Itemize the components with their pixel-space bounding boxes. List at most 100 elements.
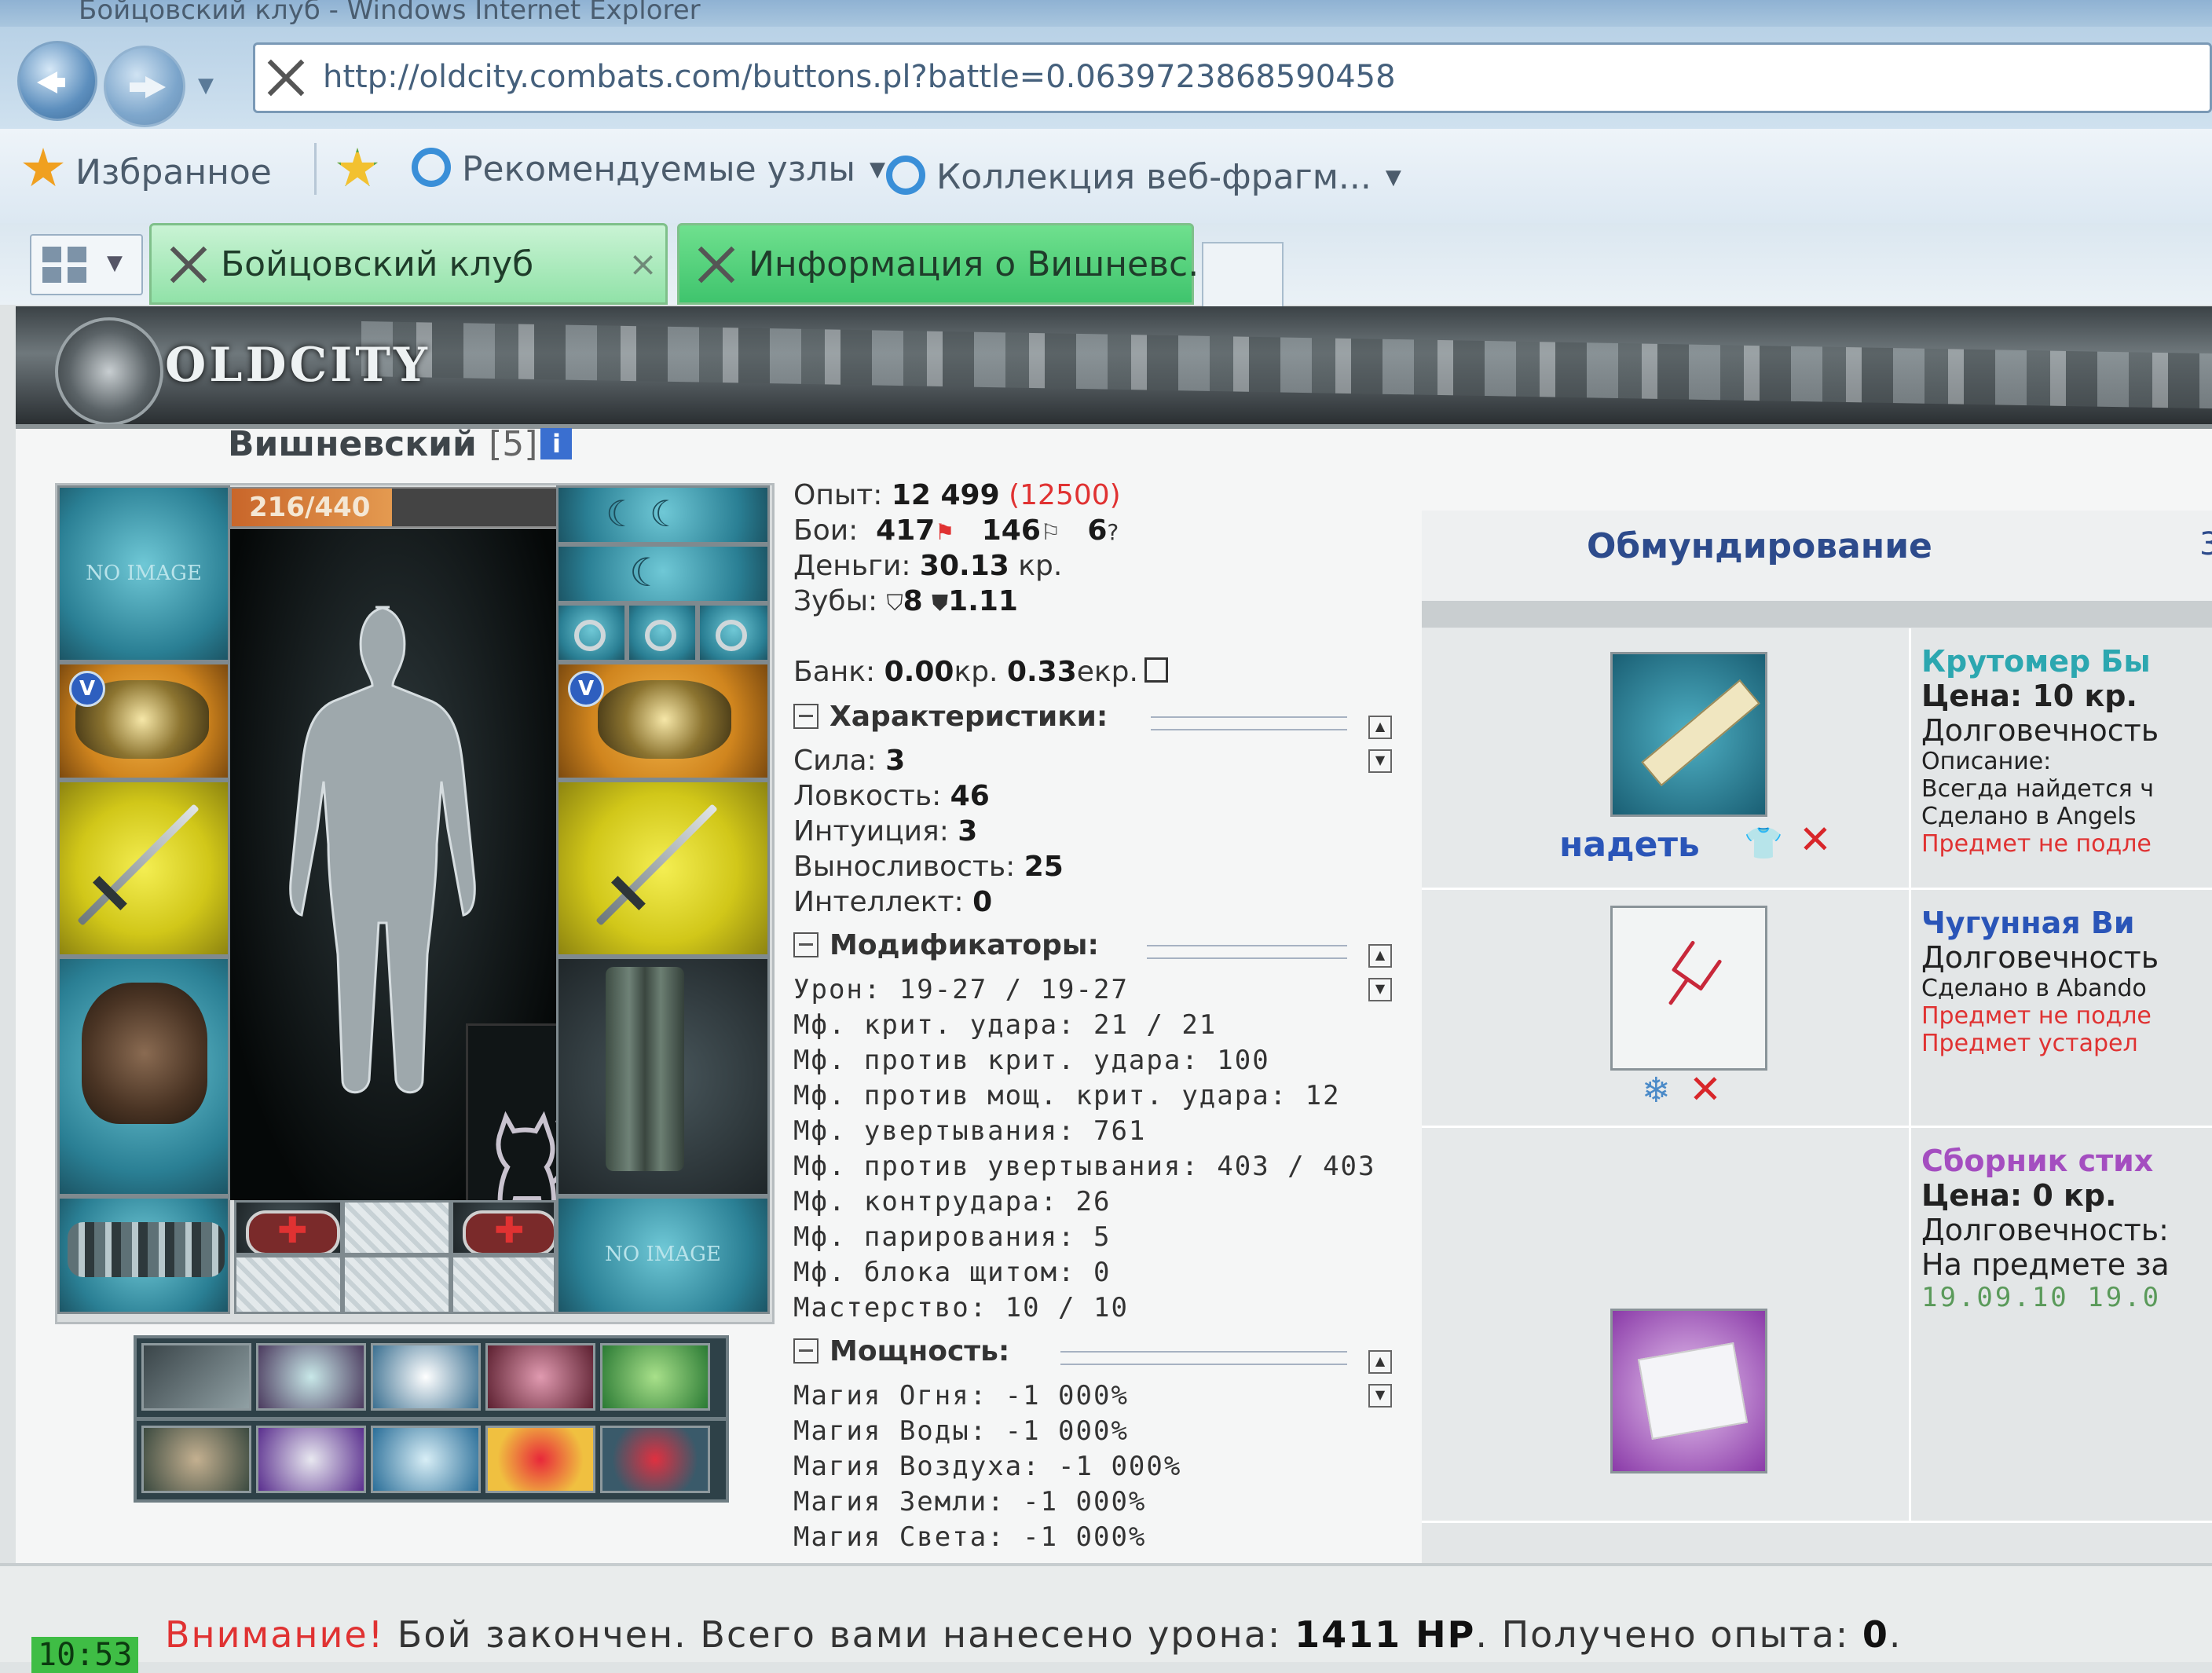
- characteristics-header[interactable]: Характеристики: ▲▼: [793, 701, 1414, 773]
- effect-icon[interactable]: [256, 1343, 366, 1411]
- potion-slot-1[interactable]: [234, 1200, 342, 1255]
- item-image-cell: [1422, 1128, 1911, 1521]
- shield-icon[interactable]: [600, 1343, 710, 1411]
- arrow-up-icon[interactable]: ▲: [1368, 1350, 1392, 1374]
- close-tab-icon[interactable]: ×: [628, 225, 657, 304]
- weapon-right-slot[interactable]: [556, 780, 770, 957]
- effect-icon[interactable]: [256, 1426, 366, 1493]
- modifier-line: Мф. увертывания: 761: [793, 1115, 1147, 1147]
- favorites-bar: Избранное Рекомендуемые узлы ▼ Коллекция …: [0, 129, 2212, 225]
- delete-icon[interactable]: ✕: [1689, 1067, 1722, 1112]
- pants-slot[interactable]: [556, 957, 770, 1196]
- sort-arrows[interactable]: ▲▼: [1367, 1340, 1414, 1408]
- outfit-title[interactable]: Обмундирование: [1587, 526, 1932, 566]
- forward-button[interactable]: [104, 46, 185, 127]
- suggested-sites-button[interactable]: Рекомендуемые узлы ▼: [412, 148, 885, 189]
- item-image[interactable]: ⑂: [1610, 906, 1767, 1071]
- character-nickname: Вишневский: [228, 424, 477, 464]
- new-tab-button[interactable]: [1202, 242, 1284, 306]
- arrow-up-icon[interactable]: ▲: [1368, 944, 1392, 968]
- item-name[interactable]: Чугунная Ви: [1921, 906, 2212, 940]
- effect-icon[interactable]: [485, 1343, 595, 1411]
- effect-icon[interactable]: [141, 1426, 251, 1493]
- effect-icon[interactable]: [600, 1426, 710, 1493]
- book-icon: [1637, 1342, 1749, 1440]
- ring-slot-2[interactable]: [627, 603, 698, 662]
- helmet-slot-empty[interactable]: NO IMAGE: [57, 485, 230, 662]
- modifiers-header[interactable]: Модификаторы: ▲▼: [793, 929, 1414, 1001]
- arrow-up-icon[interactable]: ▲: [1368, 716, 1392, 739]
- collapse-icon[interactable]: [793, 1338, 819, 1364]
- ring-icon: [716, 620, 747, 651]
- tooth-icon: ⛉: [886, 590, 903, 616]
- item-price: Цена: 10 кр.: [1921, 679, 2137, 713]
- effect-icon[interactable]: [371, 1426, 481, 1493]
- tab-fight-club[interactable]: Бойцовский клуб ×: [149, 223, 668, 305]
- site-logo: OLDCITY: [165, 338, 430, 393]
- item-details: Крутомер Бы Цена: 10 кр. Долговечность О…: [1921, 628, 2212, 888]
- item-name[interactable]: Крутомер Бы: [1921, 644, 2212, 679]
- effect-icon[interactable]: [371, 1343, 481, 1411]
- toolbar-separator: [314, 143, 317, 195]
- boots-slot-empty[interactable]: NO IMAGE: [556, 1196, 770, 1314]
- belt-slot[interactable]: [57, 1196, 230, 1314]
- pants-icon: [606, 967, 684, 1171]
- effect-icon[interactable]: [141, 1343, 251, 1411]
- scroll-slot-1[interactable]: [234, 1255, 342, 1314]
- item-details: Сборник стих Цена: 0 кр. Долговечность: …: [1921, 1128, 2212, 1521]
- bracers-slot[interactable]: V: [57, 662, 230, 780]
- sort-arrows[interactable]: ▲▼: [1367, 934, 1414, 1001]
- message-time: 10:53: [31, 1637, 139, 1673]
- stat-value: 46: [950, 780, 990, 812]
- address-bar[interactable]: http://oldcity.combats.com/buttons.pl?ba…: [253, 42, 2212, 113]
- earrings-slot[interactable]: ☾ ☾: [556, 485, 770, 544]
- web-slice-gallery-button[interactable]: Коллекция веб-фрагм... ▼: [886, 156, 1401, 197]
- equip-link[interactable]: надеть: [1559, 825, 1700, 865]
- back-button[interactable]: [17, 41, 97, 121]
- scroll-slot-2[interactable]: [342, 1255, 451, 1314]
- address-text[interactable]: http://oldcity.combats.com/buttons.pl?ba…: [323, 59, 1396, 95]
- armor-slot[interactable]: [57, 957, 230, 1196]
- chevron-down-icon[interactable]: ▼: [107, 251, 123, 275]
- collapse-icon[interactable]: [793, 932, 819, 957]
- tab-character-info[interactable]: Информация о Вишневс...: [677, 223, 1221, 305]
- experience-line: Опыт: 12 499 (12500): [793, 479, 1121, 511]
- equip-shirt-icon[interactable]: 👕: [1744, 825, 1783, 862]
- gloves-slot[interactable]: V: [556, 662, 770, 780]
- arrow-down-icon[interactable]: ▼: [1368, 978, 1392, 1001]
- delete-icon[interactable]: ✕: [1799, 817, 1832, 862]
- stat-value: 0: [972, 886, 993, 918]
- potion-slot-2[interactable]: [342, 1200, 451, 1255]
- lock-icon[interactable]: [1144, 657, 1168, 683]
- outfit-panel: Обмундирование 3 надеть 👕 ✕ Крутомер Бы …: [1422, 511, 2212, 1634]
- exp-text: . Получено опыта:: [1475, 1613, 1862, 1656]
- tab-label: Информация о Вишневс...: [749, 244, 1221, 284]
- quick-tabs-button[interactable]: ▼: [30, 234, 143, 295]
- sword-icon: [595, 804, 718, 926]
- arrow-down-icon[interactable]: ▼: [1368, 1384, 1392, 1408]
- heart-icon[interactable]: [485, 1426, 595, 1493]
- info-icon[interactable]: i: [540, 428, 573, 459]
- arrow-down-icon[interactable]: ▼: [1368, 749, 1392, 773]
- item-made-in: Сделано в Angels: [1921, 803, 2137, 830]
- modifier-line: Мастерство: 10 / 10: [793, 1292, 1129, 1323]
- scroll-slot-3[interactable]: [451, 1255, 556, 1314]
- item-name[interactable]: Сборник стих: [1921, 1144, 2212, 1178]
- potion-slot-3[interactable]: [451, 1200, 556, 1255]
- power-header[interactable]: Мощность: ▲▼: [793, 1335, 1414, 1408]
- item-image[interactable]: [1610, 652, 1767, 817]
- history-dropdown-icon[interactable]: ▼: [198, 74, 214, 97]
- favorites-button[interactable]: Избранное: [22, 148, 272, 192]
- modifier-line: Мф. против мощ. крит. удара: 12: [793, 1080, 1341, 1111]
- add-to-favorites-button[interactable]: [336, 148, 390, 192]
- necklace-slot[interactable]: ☾: [556, 544, 770, 603]
- ring-slot-3[interactable]: [698, 603, 770, 662]
- weapon-left-slot[interactable]: [57, 780, 230, 957]
- item-image[interactable]: [1610, 1309, 1767, 1473]
- web-slice-label: Коллекция веб-фрагм...: [936, 157, 1372, 197]
- collapse-icon[interactable]: [793, 704, 819, 729]
- message-end: .: [1888, 1613, 1903, 1656]
- ring-slot-1[interactable]: [556, 603, 627, 662]
- sort-arrows[interactable]: ▲▼: [1367, 705, 1414, 773]
- snowflake-icon[interactable]: ❄: [1642, 1071, 1671, 1111]
